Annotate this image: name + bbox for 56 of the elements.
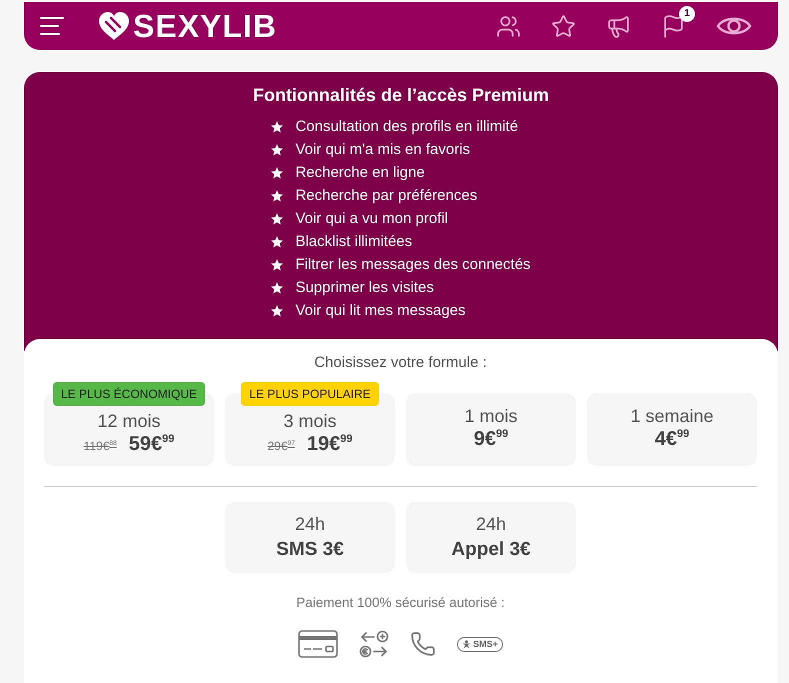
- payment-caption: Paiement 100% sécurisé autorisé :: [296, 595, 505, 611]
- plan-badge: LE PLUS ÉCONOMIQUE: [52, 382, 206, 406]
- plan-price: 4€$^{99}$: [654, 427, 690, 451]
- megaphone-icon[interactable]: [606, 14, 631, 38]
- notification-count: 1: [679, 6, 695, 22]
- feature-text: Supprimer les visites: [295, 279, 434, 296]
- plan-badge: LE PLUS POPULAIRE: [241, 382, 379, 406]
- phone-icon: [410, 631, 436, 657]
- plan-card[interactable]: LE PLUS ÉCONOMIQUE 12 mois 119€$^{88}$ 59€$^{99}$: [44, 382, 214, 466]
- feature-text: Consultation des profils en illimité: [295, 118, 518, 135]
- pass-price: Appel 3€: [451, 538, 531, 562]
- star-icon: [271, 166, 284, 178]
- old-price: 29€$^{97}$: [268, 439, 295, 453]
- star-icon: [271, 212, 284, 224]
- star-icon: [271, 236, 284, 248]
- plan-duration: 12 mois: [97, 410, 161, 432]
- menu-icon: [40, 16, 64, 36]
- star-icon: [271, 258, 284, 270]
- panel-title: Fontionnalités de l’accès Premium: [252, 84, 550, 106]
- star-icon[interactable]: [551, 14, 576, 38]
- plan-duration: 1 semaine: [630, 405, 714, 427]
- plan-duration: 3 mois: [283, 410, 336, 432]
- star-icon: [271, 120, 284, 132]
- plan-card[interactable]: LE PLUS POPULAIRE 3 mois 29€$^{97}$ 19€$^{99}$: [225, 382, 395, 466]
- feature-text: Voir qui a vu mon profil: [295, 210, 448, 227]
- feature-text: Recherche par préférences: [295, 187, 478, 204]
- feature-text: Filtrer les messages des connectés: [295, 256, 531, 273]
- logo-text: SEXYLIB: [133, 9, 277, 43]
- plan-price: 19€$^{99}$: [306, 432, 352, 456]
- feature-text: Voir qui m'a mis en favoris: [295, 141, 470, 158]
- plan-price: 9€$^{99}$: [474, 427, 508, 451]
- person-star-icon: [462, 640, 472, 648]
- plan-card[interactable]: 1 semaine 4€$^{99}$: [587, 393, 757, 466]
- pass-duration: 24h: [294, 513, 326, 535]
- prompt-text: Choisissez votre formule :: [314, 354, 487, 372]
- sms-plus-label: SMS+: [473, 639, 498, 649]
- money-transfer-icon: [359, 630, 390, 658]
- feature-text: Blacklist illimitées: [295, 233, 412, 250]
- credit-card-icon: [298, 630, 338, 658]
- old-price: 119€$^{88}$: [84, 439, 117, 453]
- pass-duration: 24h: [476, 513, 506, 535]
- menu-button[interactable]: [40, 16, 64, 36]
- plan-card[interactable]: 1 mois 9€$^{99}$: [406, 393, 576, 466]
- heart-logo-icon: [98, 11, 130, 41]
- users-icon[interactable]: [496, 14, 521, 38]
- star-icon: [271, 144, 284, 156]
- pass-price: SMS 3€: [276, 538, 344, 562]
- day-pass-card[interactable]: 24h Appel 3€: [406, 502, 576, 573]
- plan-price: 59€$^{99}$: [128, 432, 174, 456]
- feature-text: Voir qui lit mes messages: [295, 302, 466, 319]
- star-icon: [271, 190, 284, 202]
- feature-text: Recherche en ligne: [295, 164, 425, 181]
- day-pass-card[interactable]: 24h SMS 3€: [225, 502, 395, 573]
- plan-duration: 1 mois: [464, 405, 518, 427]
- star-icon: [271, 304, 284, 316]
- star-icon: [271, 282, 284, 294]
